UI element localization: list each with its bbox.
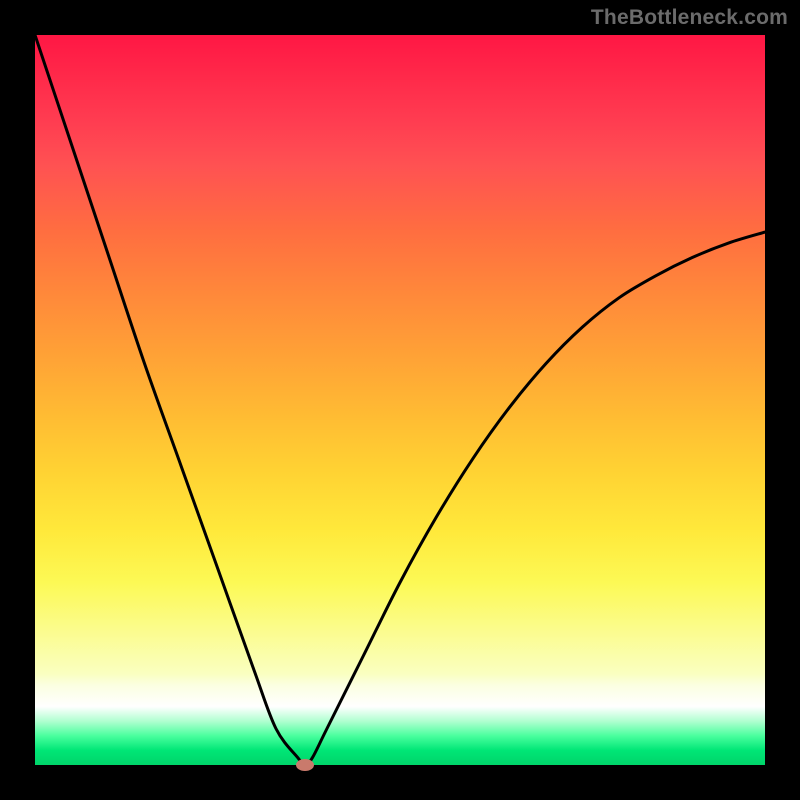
plot-area — [35, 35, 765, 765]
bottleneck-curve — [35, 35, 765, 765]
optimal-point-marker — [296, 759, 314, 771]
chart-frame: TheBottleneck.com — [0, 0, 800, 800]
watermark-text: TheBottleneck.com — [591, 6, 788, 30]
